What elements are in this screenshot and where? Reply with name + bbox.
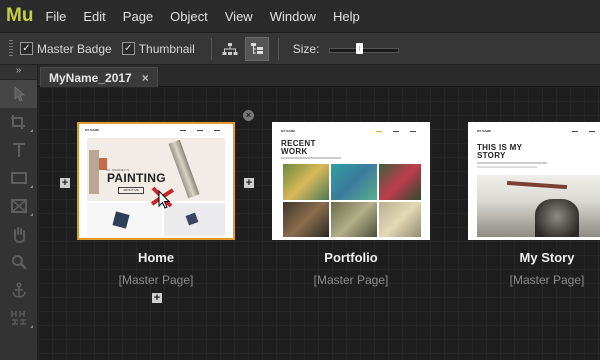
menu-help[interactable]: Help <box>333 9 360 24</box>
plan-canvas[interactable]: + × MY NAME ▬▬ ▬▬ ▬▬ MY JOURNEY IS PAINTIN… <box>38 87 600 360</box>
page-thumbnail-home[interactable]: MY NAME ▬▬ ▬▬ ▬▬ MY JOURNEY IS PAINTING AB… <box>77 122 235 240</box>
menu-window[interactable]: Window <box>270 9 316 24</box>
add-page-right-icon[interactable]: + <box>244 178 254 189</box>
checkmark-icon: ✓ <box>121 42 135 55</box>
spacing-tool[interactable] <box>0 304 37 332</box>
close-tab-icon[interactable]: × <box>142 71 149 85</box>
app-logo: Mu <box>6 5 34 26</box>
master-badge-label: Master Badge <box>37 41 112 56</box>
rectangle-icon <box>10 172 27 184</box>
tab-myname-2017[interactable]: MyName_2017 × <box>40 67 158 88</box>
delete-page-icon[interactable]: × <box>243 110 254 121</box>
selection-arrow-icon <box>14 86 25 102</box>
spacing-icon <box>10 311 26 325</box>
tools-panel: » <box>0 65 38 360</box>
collapse-panel-button[interactable]: » <box>0 65 37 80</box>
options-toolbar: ✓ Master Badge ✓ Thumbnail Size: <box>0 33 600 65</box>
page-name-portfolio[interactable]: Portfolio <box>270 250 432 265</box>
tab-label: MyName_2017 <box>49 71 132 85</box>
tree-list-icon <box>250 42 263 54</box>
selection-tool[interactable] <box>0 80 37 108</box>
cursor-click-icon <box>150 186 175 209</box>
anchor-icon <box>11 282 26 298</box>
mini-button: ABOUT ME <box>118 187 144 194</box>
size-slider[interactable] <box>329 42 400 56</box>
mini-site-name: MY NAME <box>477 129 492 133</box>
menu-edit[interactable]: Edit <box>83 9 105 24</box>
image-frame-icon <box>10 199 27 213</box>
add-child-page-icon[interactable]: + <box>152 293 162 304</box>
text-tool[interactable] <box>0 136 37 164</box>
toolbar-divider <box>277 37 279 60</box>
thumbnail-checkbox[interactable]: ✓ Thumbnail <box>121 41 195 56</box>
mini-site-name: MY NAME <box>85 128 100 132</box>
mini-headline-2: STORY <box>477 151 506 160</box>
mini-headline: PAINTING <box>107 171 166 185</box>
tree-view-button[interactable] <box>244 36 269 61</box>
document-tabs: MyName_2017 × <box>38 65 600 88</box>
zoom-tool[interactable] <box>0 248 37 276</box>
menu-object[interactable]: Object <box>170 9 208 24</box>
hand-icon <box>13 226 25 243</box>
add-page-left-icon[interactable]: + <box>60 178 70 189</box>
checkmark-icon: ✓ <box>20 42 33 55</box>
sitemap-view-button[interactable] <box>218 37 242 61</box>
menu-file[interactable]: File <box>45 9 66 24</box>
toolbar-grip[interactable] <box>9 39 13 58</box>
mini-headline-2: WORK <box>281 147 308 156</box>
page-name-my-story[interactable]: My Story <box>466 250 600 265</box>
size-label: Size: <box>292 41 320 56</box>
toolbar-divider <box>210 37 212 60</box>
sitemap-icon <box>222 42 238 55</box>
page-thumbnail-my-story[interactable]: MY NAME ▬▬▬▬▬▬ THIS IS MY STORY <box>468 122 600 240</box>
zoom-icon <box>11 255 27 270</box>
crop-tool[interactable] <box>0 108 37 136</box>
page-name-home[interactable]: Home <box>75 250 237 265</box>
menu-bar: Mu File Edit Page Object View Window Hel… <box>0 0 600 33</box>
rectangle-tool[interactable] <box>0 164 37 192</box>
hand-tool[interactable] <box>0 220 37 248</box>
slider-thumb[interactable] <box>356 42 364 54</box>
text-icon <box>12 143 25 157</box>
slider-track <box>329 47 400 53</box>
mini-site-name: MY NAME <box>281 129 296 133</box>
master-badge-my-story: [Master Page] <box>509 273 585 287</box>
anchor-tool[interactable] <box>0 276 37 304</box>
menu-view[interactable]: View <box>225 9 253 24</box>
master-badge-home: [Master Page] <box>118 273 194 287</box>
master-badge-checkbox[interactable]: ✓ Master Badge <box>20 42 112 56</box>
menu-page[interactable]: Page <box>123 9 153 24</box>
image-frame-tool[interactable] <box>0 192 37 220</box>
thumbnail-label: Thumbnail <box>138 41 195 56</box>
master-badge-portfolio: [Master Page] <box>313 273 389 287</box>
page-thumbnail-portfolio[interactable]: MY NAME ▬▬ ▬▬ ▬▬ RECENT WORK <box>272 122 430 240</box>
crop-icon <box>10 115 25 129</box>
